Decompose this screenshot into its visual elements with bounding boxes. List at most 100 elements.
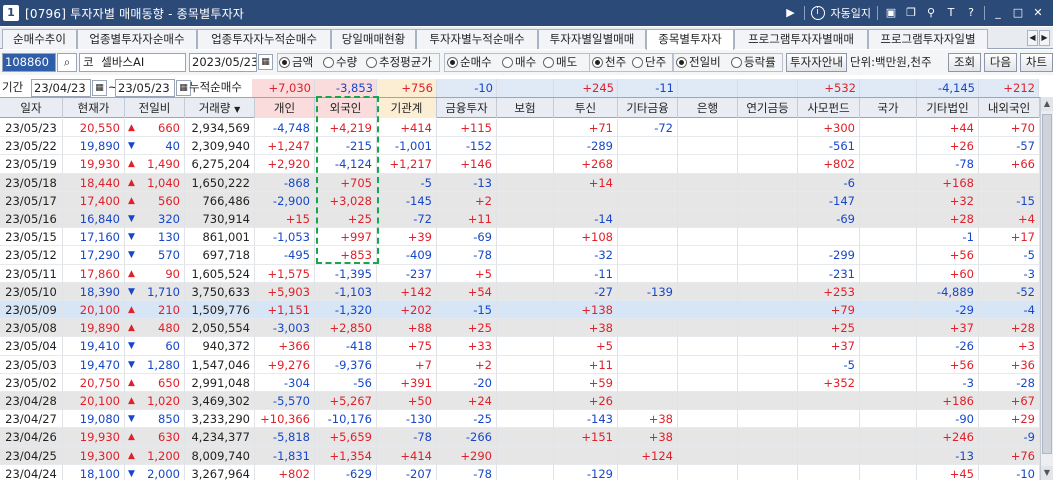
cell-price: 19,930 (63, 155, 125, 174)
radio-net-buy[interactable]: 순매수 (447, 54, 492, 71)
tab-program-investor-daily[interactable]: 프로그램투자자일별 (868, 29, 988, 49)
layout-icon[interactable]: ▣ (884, 6, 898, 20)
cell-foreign: -10,176 (315, 410, 377, 429)
table-row[interactable]: 23/04/26 19,930 630 ▲ 4,234,377 -5,818 +5,659-… (0, 428, 1040, 447)
scroll-down-icon[interactable]: ▼ (1041, 466, 1053, 480)
col-domestic-foreign[interactable]: 내외국인 (979, 98, 1040, 118)
investor-guide-button[interactable]: 투자자안내 (786, 53, 847, 72)
col-other-corp[interactable]: 기타법인 (917, 98, 979, 118)
stock-code-input[interactable]: 108860 (2, 53, 56, 72)
col-volume[interactable]: 거래량 ▼ (185, 98, 255, 118)
cell-individual: +15 (255, 210, 315, 228)
radio-avg-price[interactable]: 추정평균가 (366, 54, 432, 71)
tab-daily-trading[interactable]: 당일매매현황 (331, 29, 416, 49)
col-insurance[interactable]: 보험 (497, 98, 554, 118)
unit-label: 단위:백만원,천주 (850, 55, 932, 69)
tab-program-investor-trading[interactable]: 프로그램투자자별매매 (734, 29, 868, 49)
tab-scroll-right-icon[interactable]: ▶ (1039, 30, 1050, 46)
col-bank[interactable]: 은행 (678, 98, 738, 118)
cell-volume: 3,750,633 (185, 282, 255, 301)
next-button[interactable]: 다음 (984, 53, 1017, 72)
col-government[interactable]: 국가 (860, 98, 917, 118)
radio-quantity[interactable]: 수량 (323, 54, 357, 71)
search-icon[interactable]: ⌕ (57, 53, 77, 72)
table-row[interactable]: 23/05/23 20,550 660 ▲ 2,934,569 -4,748 +4,219 +… (0, 119, 1040, 138)
radio-single-shares[interactable]: 단주 (632, 54, 666, 71)
table-row[interactable]: 23/05/19 19,930 1,490 ▲ 6,275,204 +2,920 -4,12… (0, 155, 1040, 174)
arrow-up-icon: ▲ (128, 177, 135, 188)
table-row[interactable]: 23/05/16 16,840 320 ▼ 730,914 +15 +25 -72 +11 -14… (0, 210, 1040, 229)
play-icon[interactable]: ▶ (784, 6, 798, 20)
radio-thousand-shares[interactable]: 천주 (592, 54, 626, 71)
col-trust[interactable]: 투신 (554, 98, 618, 118)
table-row[interactable]: 23/05/17 17,400 560 ▲ 766,486 -2,900 +3,028 -14… (0, 191, 1040, 210)
radio-prev-day[interactable]: 전일비 (676, 54, 721, 71)
table-row[interactable]: 23/05/11 17,860 90 ▲ 1,605,524 +1,575 -1,395 -2… (0, 264, 1040, 283)
table-row[interactable]: 23/04/28 20,100 1,020 ▲ 3,469,302 -5,570 +5,26… (0, 392, 1040, 411)
tab-investor-cumulative-net-buy[interactable]: 투자자별누적순매수 (416, 29, 538, 49)
col-individual[interactable]: 개인 (255, 98, 315, 118)
table-row[interactable]: 23/05/10 18,390 1,710 ▼ 3,750,633 +5,903 -1,10… (0, 282, 1040, 301)
col-price[interactable]: 현재가 (63, 98, 125, 118)
pin-icon[interactable]: ⚲ (924, 6, 938, 20)
period-start-input[interactable]: 23/04/23 (31, 79, 91, 97)
chart-button[interactable]: 차트 (1020, 53, 1053, 72)
table-row[interactable]: 23/04/25 19,300 1,200 ▲ 8,009,740 -1,831 +1,35… (0, 446, 1040, 465)
radio-buy[interactable]: 매수 (502, 54, 536, 71)
minimize-icon[interactable]: _ (991, 6, 1005, 20)
scroll-up-icon[interactable]: ▲ (1041, 97, 1053, 111)
col-financial-investment[interactable]: 금융투자 (437, 98, 497, 118)
table-row[interactable]: 23/05/03 19,470 1,280 ▼ 1,547,046 +9,276 -9,37… (0, 355, 1040, 374)
font-icon[interactable]: T (944, 6, 958, 20)
radio-sell[interactable]: 매도 (543, 54, 577, 71)
radio-amount[interactable]: 금액 (279, 54, 313, 71)
arrow-down-icon: ▼ (128, 232, 135, 243)
cell-financial-investment: -13 (437, 173, 497, 192)
tab-sector-investor-cumulative[interactable]: 업종투자자누적순매수 (197, 29, 331, 49)
col-private-fund[interactable]: 사모펀드 (798, 98, 860, 118)
maximize-icon[interactable]: □ (1011, 6, 1025, 20)
stock-name-field[interactable]: 코 셀바스AI (79, 53, 186, 72)
calendar-icon[interactable]: ▦ (258, 54, 273, 70)
calendar-icon[interactable]: ▦ (92, 80, 107, 96)
date-input[interactable]: 2023/05/23 (189, 53, 257, 72)
tab-net-buy-trend[interactable]: 순매수추이 (2, 29, 77, 49)
table-row[interactable]: 23/05/22 19,890 40 ▼ 2,309,940 +1,247 -215 -1,0… (0, 137, 1040, 156)
col-change[interactable]: 전일비 (125, 98, 185, 118)
radio-change-rate[interactable]: 등락률 (731, 54, 776, 71)
cell-government (860, 155, 917, 174)
chevron-down-icon[interactable]: ▼ (234, 105, 240, 114)
period-end-input[interactable]: 23/05/23 (115, 79, 175, 97)
col-date[interactable]: 일자 (0, 98, 63, 118)
col-foreign[interactable]: 외국인 (315, 98, 377, 118)
col-pension[interactable]: 연기금등 (738, 98, 798, 118)
col-other-financial[interactable]: 기타금융 (618, 98, 678, 118)
table-row[interactable]: 23/05/12 17,290 570 ▼ 697,718 -495 +853 -409 -78… (0, 246, 1040, 265)
close-icon[interactable]: ✕ (1031, 6, 1045, 20)
sum-domestic-foreign: +212 (979, 79, 1039, 97)
tab-scroll-left-icon[interactable]: ◀ (1027, 30, 1038, 46)
table-row[interactable]: 23/04/27 19,080 850 ▼ 3,233,290 +10,366 -10,17… (0, 410, 1040, 429)
cell-private-fund (798, 464, 860, 480)
cell-date: 23/05/17 (0, 191, 63, 210)
query-button[interactable]: 조회 (948, 53, 981, 72)
table-row[interactable]: 23/05/18 18,440 1,040 ▲ 1,650,222 -868 +705 -5-… (0, 173, 1040, 192)
scroll-thumb[interactable] (1042, 114, 1052, 454)
tab-investor-daily-trading[interactable]: 투자자별일별매매 (538, 29, 646, 49)
table-row[interactable]: 23/05/04 19,410 60 ▼ 940,372 +366 -418 +75 +33 +5… (0, 337, 1040, 356)
table-row[interactable]: 23/05/02 20,750 650 ▲ 2,991,048 -304 -56 +391 -2… (0, 373, 1040, 392)
table-row[interactable]: 23/04/24 18,100 2,000 ▼ 3,267,964 +802 -629 -20… (0, 464, 1040, 480)
auto-journal-button[interactable]: 자동일지 (831, 5, 871, 21)
col-institution[interactable]: 기관계 (377, 98, 437, 118)
tab-sector-investor-net-buy[interactable]: 업종별투자자순매수 (77, 29, 197, 49)
tab-stock-investor[interactable]: 종목별투자자 (646, 29, 734, 50)
help-icon[interactable]: ? (964, 6, 978, 20)
cell-other-financial: +124 (618, 446, 678, 465)
copy-window-icon[interactable]: ❐ (904, 6, 918, 20)
vertical-scrollbar[interactable]: ▲ ▼ (1040, 97, 1053, 480)
cell-other-corp: +37 (917, 319, 979, 338)
table-row[interactable]: 23/05/08 19,890 480 ▲ 2,050,554 -3,003 +2,850 +… (0, 319, 1040, 338)
info-icon[interactable]: i (810, 6, 825, 20)
table-row[interactable]: 23/05/15 17,160 130 ▼ 861,001 -1,053 +997 +39 -6… (0, 228, 1040, 247)
table-row[interactable]: 23/05/09 20,100 210 ▲ 1,509,776 +1,151 -1,320 +… (0, 301, 1040, 320)
